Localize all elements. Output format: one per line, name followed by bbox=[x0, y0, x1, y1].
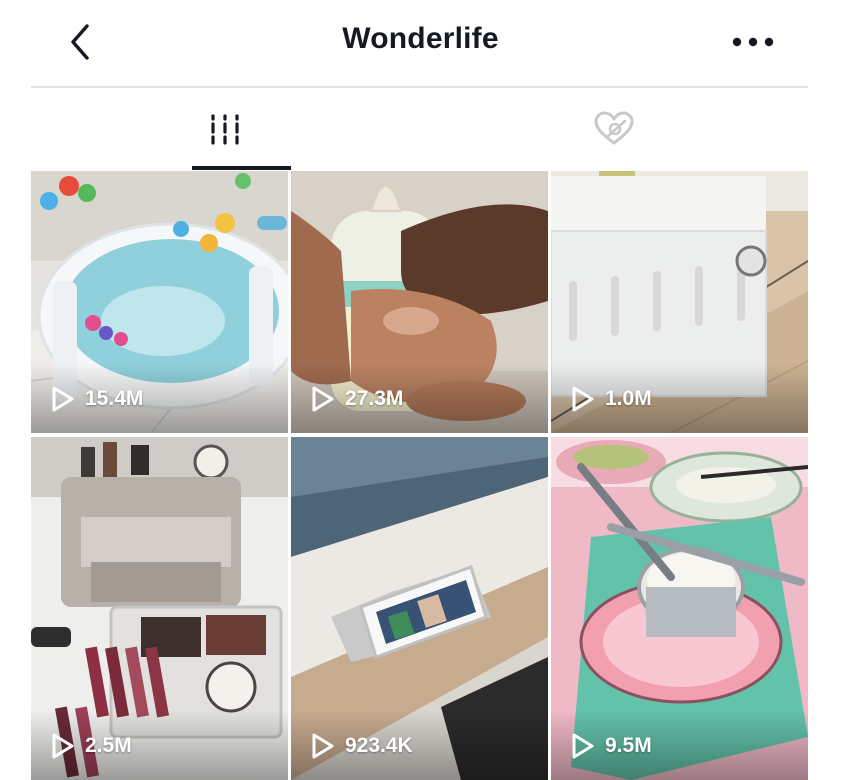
play-icon bbox=[52, 386, 74, 412]
video-tile[interactable]: 1.0M bbox=[551, 171, 808, 433]
video-tile[interactable]: 27.3M bbox=[291, 171, 548, 433]
more-horizontal-icon bbox=[732, 37, 774, 47]
grid-bars-icon bbox=[211, 114, 239, 145]
view-count-label: 27.3M bbox=[345, 387, 404, 410]
tab-liked[interactable] bbox=[419, 88, 808, 170]
view-count: 9.5M bbox=[571, 732, 652, 760]
play-icon bbox=[312, 733, 334, 759]
video-tile[interactable]: 15.4M bbox=[31, 171, 288, 433]
video-tile[interactable]: 923.4K bbox=[291, 437, 548, 780]
view-count-label: 9.5M bbox=[605, 734, 652, 757]
video-tile[interactable]: 9.5M bbox=[551, 437, 808, 780]
top-bar: Wonderlife bbox=[0, 0, 841, 86]
video-grid: 15.4M 27.3M 1.0M 2.5M 923.4K 9.5M bbox=[31, 171, 809, 780]
video-tile[interactable]: 2.5M bbox=[31, 437, 288, 780]
view-count-label: 923.4K bbox=[345, 734, 413, 757]
view-count: 15.4M bbox=[51, 385, 143, 413]
view-count-label: 2.5M bbox=[85, 734, 132, 757]
play-icon bbox=[312, 386, 334, 412]
profile-tabs bbox=[31, 88, 808, 170]
view-count: 923.4K bbox=[311, 732, 413, 760]
active-tab-indicator bbox=[192, 166, 291, 170]
play-icon bbox=[52, 733, 74, 759]
play-icon bbox=[572, 386, 594, 412]
view-count-label: 1.0M bbox=[605, 387, 652, 410]
play-icon bbox=[572, 733, 594, 759]
tab-videos[interactable] bbox=[31, 88, 419, 170]
view-count: 1.0M bbox=[571, 385, 652, 413]
view-count-label: 15.4M bbox=[85, 387, 144, 410]
heart-hidden-icon bbox=[594, 111, 633, 145]
more-options-button[interactable] bbox=[723, 20, 783, 64]
view-count: 2.5M bbox=[51, 732, 132, 760]
page-title: Wonderlife bbox=[342, 22, 499, 55]
view-count: 27.3M bbox=[311, 385, 403, 413]
